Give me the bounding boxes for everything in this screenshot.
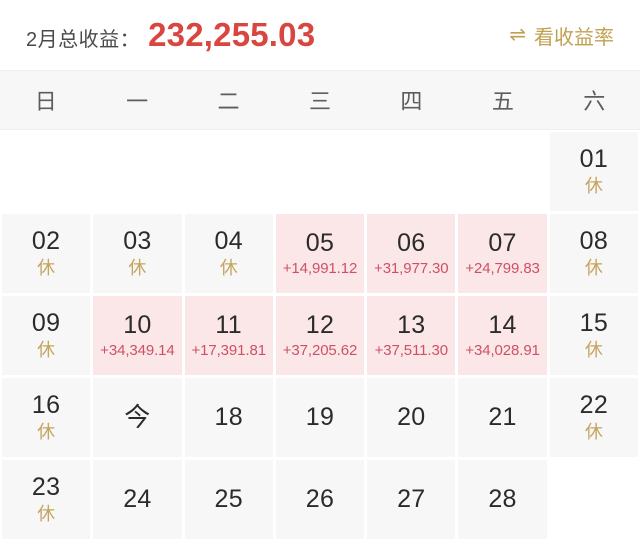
weekday-sat: 六 — [583, 89, 606, 114]
calendar-cell[interactable]: 19 — [275, 378, 365, 457]
rest-day-mark: 休 — [584, 257, 603, 278]
calendar-cell[interactable]: 23 休 — [2, 460, 91, 539]
day-number: 14 — [488, 310, 517, 339]
weekday-tue: 二 — [217, 89, 240, 114]
rest-day-mark: 休 — [37, 257, 56, 278]
swap-arrows-icon: ⇌ — [509, 24, 526, 46]
day-number: 01 — [579, 145, 609, 174]
calendar-cell[interactable]: 27 — [367, 460, 456, 539]
total-earnings-block: 2月总收益： 232,255.03 — [26, 16, 509, 54]
rest-day-mark: 休 — [37, 421, 56, 442]
calendar-cell[interactable]: 28 — [458, 460, 547, 539]
day-number: 25 — [214, 484, 243, 513]
day-number: 05 — [305, 228, 335, 257]
calendar-cell[interactable]: 26 — [275, 460, 365, 539]
calendar-cell-gain[interactable]: 12 +37,205.62 — [275, 296, 365, 375]
day-profit-amount: +37,511.30 — [374, 342, 448, 359]
weekday-sun: 日 — [34, 89, 57, 114]
calendar-cell[interactable]: 04 休 — [184, 214, 273, 293]
day-number: 09 — [31, 309, 61, 338]
calendar-cell-gain[interactable]: 06 +31,977.30 — [367, 214, 456, 293]
calendar-cell-empty — [367, 132, 456, 211]
rest-day-mark: 休 — [584, 175, 603, 196]
day-profit-amount: +17,391.81 — [191, 342, 266, 359]
calendar-cell-empty — [2, 132, 91, 211]
calendar-cell-today[interactable]: 今 — [93, 378, 182, 457]
day-number: 12 — [305, 310, 335, 339]
calendar-cell-gain[interactable]: 11 +17,391.81 — [184, 296, 273, 375]
rest-day-mark: 休 — [219, 257, 238, 278]
calendar-cell-empty — [275, 132, 365, 211]
today-marker: 今 — [124, 402, 151, 433]
day-number: 13 — [397, 310, 426, 339]
calendar-cell[interactable]: 25 — [184, 460, 273, 539]
day-number: 15 — [579, 309, 609, 338]
day-profit-amount: +14,991.12 — [282, 260, 358, 277]
rest-day-mark: 休 — [37, 339, 56, 360]
weekday-header-row: 日 一 二 三 四 五 六 — [0, 70, 640, 130]
calendar-cell-empty — [549, 460, 638, 539]
calendar-cell[interactable]: 22 休 — [549, 378, 638, 457]
day-number: 02 — [31, 227, 61, 256]
calendar-cell[interactable]: 08 休 — [549, 214, 638, 293]
day-number: 07 — [488, 228, 517, 257]
weekday-fri: 五 — [491, 89, 514, 114]
day-profit-amount: +34,349.14 — [100, 342, 175, 359]
calendar-cell-empty — [93, 132, 182, 211]
day-number: 16 — [31, 391, 61, 420]
day-number: 23 — [31, 473, 61, 502]
calendar-cell-gain[interactable]: 13 +37,511.30 — [367, 296, 456, 375]
day-number: 08 — [579, 227, 609, 256]
day-profit-amount: +34,028.91 — [465, 342, 540, 359]
calendar-cell[interactable]: 16 休 — [2, 378, 91, 457]
calendar-cell[interactable]: 24 — [93, 460, 182, 539]
weekday-wed: 三 — [308, 89, 331, 114]
day-number: 21 — [488, 402, 517, 431]
weekday-thu: 四 — [400, 89, 423, 114]
rest-day-mark: 休 — [584, 421, 603, 442]
day-number: 04 — [214, 227, 243, 256]
calendar-cell[interactable]: 02 休 — [2, 214, 91, 293]
calendar-cell-empty — [184, 132, 273, 211]
calendar-cell[interactable]: 18 — [184, 378, 273, 457]
day-number: 28 — [488, 484, 517, 513]
calendar-cell-gain[interactable]: 07 +24,799.83 — [458, 214, 547, 293]
view-rate-toggle[interactable]: ⇌ 看收益率 — [509, 21, 614, 50]
day-number: 22 — [579, 391, 609, 420]
day-number: 03 — [123, 227, 152, 256]
calendar-cell[interactable]: 01 休 — [549, 132, 638, 211]
calendar-cell[interactable]: 15 休 — [549, 296, 638, 375]
calendar-cell[interactable]: 03 休 — [93, 214, 182, 293]
day-profit-amount: +24,799.83 — [465, 260, 540, 277]
calendar-cell[interactable]: 09 休 — [2, 296, 91, 375]
rest-day-mark: 休 — [584, 339, 603, 360]
calendar-cell-gain[interactable]: 05 +14,991.12 — [275, 214, 365, 293]
day-number: 24 — [123, 484, 152, 513]
total-earnings-amount: 232,255.03 — [148, 16, 316, 53]
day-number: 06 — [397, 228, 426, 257]
day-number: 19 — [305, 402, 335, 431]
view-rate-label: 看收益率 — [534, 26, 614, 49]
calendar-cell[interactable]: 21 — [458, 378, 547, 457]
day-number: 11 — [215, 310, 242, 339]
day-number: 20 — [397, 402, 426, 431]
day-profit-amount: +37,205.62 — [282, 342, 358, 359]
day-number: 27 — [397, 484, 426, 513]
total-earnings-label: 2月总收益： — [26, 29, 141, 51]
day-profit-amount: +31,977.30 — [374, 260, 449, 277]
calendar-cell-gain[interactable]: 14 +34,028.91 — [458, 296, 547, 375]
earnings-header: 2月总收益： 232,255.03 ⇌ 看收益率 — [0, 0, 640, 70]
rest-day-mark: 休 — [128, 257, 147, 278]
day-number: 26 — [305, 484, 335, 513]
day-number: 18 — [214, 402, 243, 431]
day-number: 10 — [123, 310, 152, 339]
weekday-mon: 一 — [126, 89, 149, 114]
calendar-cell[interactable]: 20 — [367, 378, 456, 457]
calendar-cell-gain[interactable]: 10 +34,349.14 — [93, 296, 182, 375]
rest-day-mark: 休 — [37, 503, 56, 524]
earnings-calendar-grid: 01 休 02 休 03 休 04 休 05 +14,991.12 06 +31,977.30 07 +2… — [0, 130, 640, 539]
calendar-cell-empty — [458, 132, 547, 211]
